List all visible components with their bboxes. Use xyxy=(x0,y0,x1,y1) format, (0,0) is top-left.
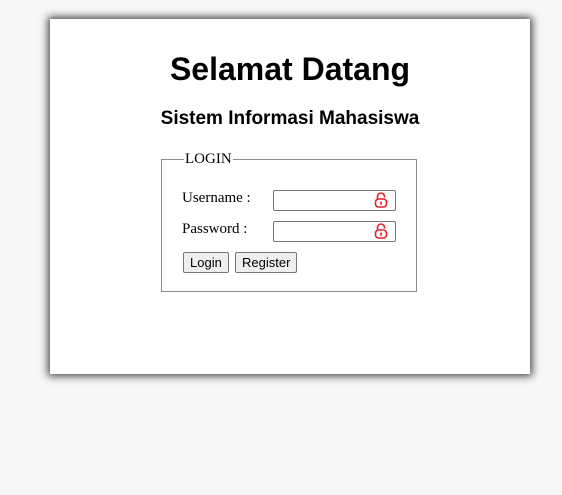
padlock-icon[interactable] xyxy=(374,223,388,239)
register-button[interactable]: Register xyxy=(235,252,298,273)
page-title: Selamat Datang xyxy=(169,51,411,87)
username-label: Username : xyxy=(182,190,251,206)
login-card: Selamat Datang Sistem Informasi Mahasisw… xyxy=(50,19,530,374)
login-legend: LOGIN xyxy=(184,150,233,168)
padlock-icon[interactable] xyxy=(374,192,388,208)
password-label: Password : xyxy=(182,221,248,237)
login-fieldset: LOGIN Username : Password : Login Regist… xyxy=(161,150,417,292)
login-button[interactable]: Login xyxy=(183,252,229,273)
page-subtitle: Sistem Informasi Mahasiswa xyxy=(160,108,420,129)
